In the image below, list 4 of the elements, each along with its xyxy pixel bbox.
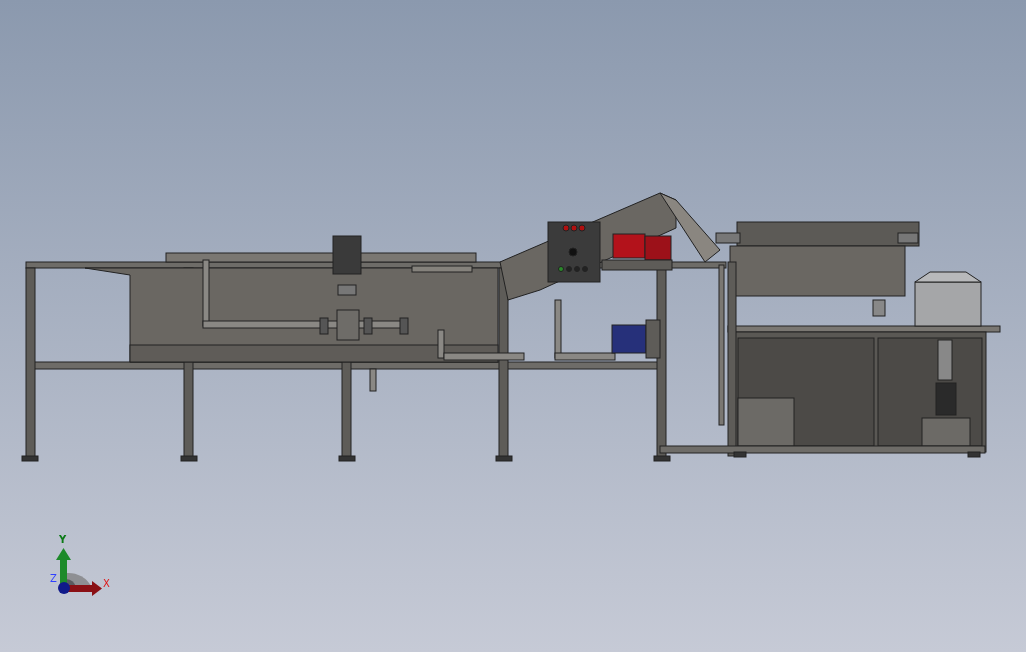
y-axis-label: Y bbox=[59, 534, 67, 545]
z-axis-label: Z bbox=[50, 573, 57, 584]
x-axis-label: X bbox=[103, 578, 110, 589]
axis-triad-drawing bbox=[56, 548, 102, 596]
